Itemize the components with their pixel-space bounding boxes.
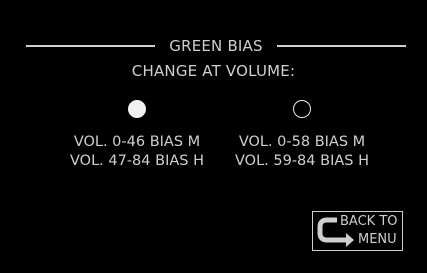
- green-bias-screen: GREEN BIAS CHANGE AT VOLUME: VOL. 0-46 B…: [0, 0, 427, 273]
- title-rule-left: [26, 45, 156, 47]
- page-title: GREEN BIAS: [169, 37, 263, 55]
- radio-selected-icon[interactable]: [128, 100, 146, 118]
- back-to-menu-button[interactable]: BACK TO MENU: [312, 211, 403, 251]
- bias-option-1[interactable]: VOL. 0-46 BIAS M VOL. 47-84 BIAS H: [52, 100, 222, 171]
- back-to-menu-label-line-1: BACK TO: [340, 214, 398, 229]
- page-subtitle: CHANGE AT VOLUME:: [131, 62, 296, 80]
- title-rule-right: [276, 45, 406, 47]
- title-row: GREEN BIAS: [26, 36, 406, 56]
- bias-option-2-line-1: VOL. 0-58 BIAS M: [238, 134, 366, 150]
- radio-unselected-icon[interactable]: [293, 100, 311, 118]
- bias-option-2-line-2: VOL. 59-84 BIAS H: [235, 153, 369, 169]
- bias-option-1-line-2: VOL. 47-84 BIAS H: [70, 153, 204, 169]
- bias-option-2[interactable]: VOL. 0-58 BIAS M VOL. 59-84 BIAS H: [212, 100, 392, 171]
- back-to-menu-label-line-2: MENU: [358, 232, 397, 247]
- bias-option-1-line-1: VOL. 0-46 BIAS M: [73, 134, 201, 150]
